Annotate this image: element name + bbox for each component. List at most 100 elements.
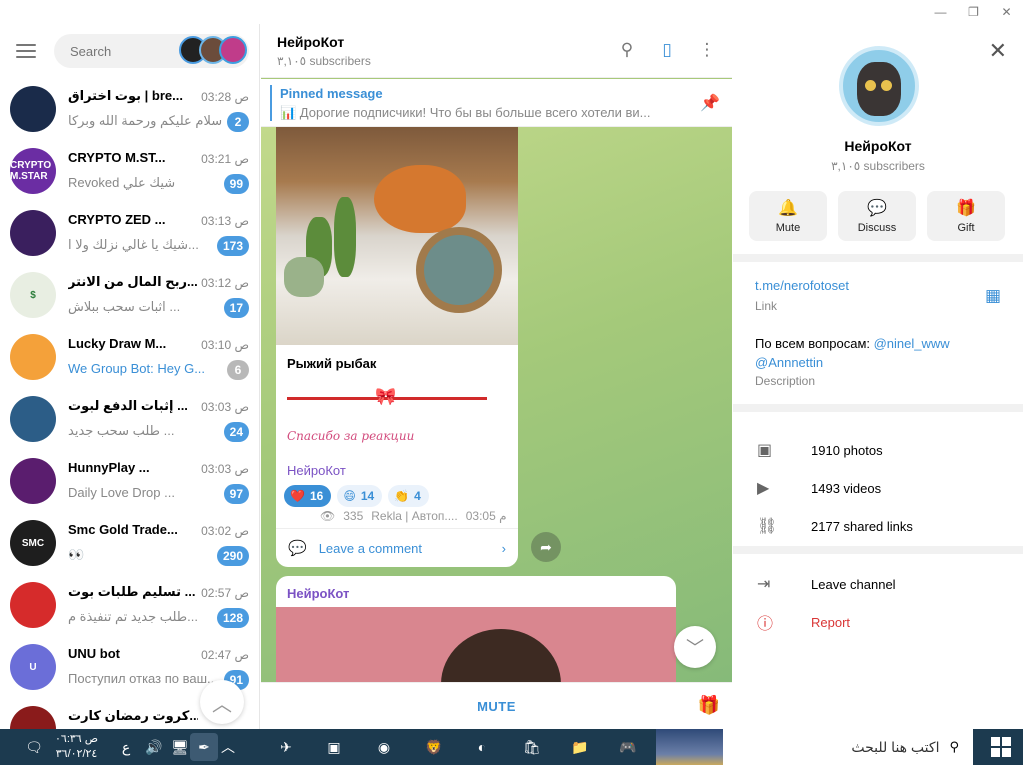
post-signature: Rekla | Автоп.... (371, 509, 458, 523)
chat-list-item[interactable]: CRYPTO M.STAR CRYPTO M.ST... ص 03:21 Revoke… (0, 140, 259, 202)
chat-name: Smc Gold Trade... (68, 522, 178, 537)
notification-icon[interactable]: 🗨 (20, 733, 48, 761)
channel-post-2: НейроКот (276, 576, 676, 686)
link-icon: ⛓ (757, 518, 778, 535)
pinned-list-icon[interactable]: 📌 (700, 93, 720, 113)
qr-code-icon[interactable]: ▦ (985, 286, 1001, 306)
video-icon: ▶ (757, 480, 770, 497)
chat-list-item[interactable]: HunnyPlay ... ص 03:03 Daily Love Drop ... 9… (0, 450, 259, 512)
leave-channel-button[interactable]: ⇥ Leave channel (733, 565, 1023, 603)
chat-name: HunnyPlay ... (68, 460, 150, 475)
action-label: Discuss (857, 222, 897, 234)
unread-badge: 99 (223, 174, 249, 194)
gift-button[interactable]: 🎁 Gift (927, 191, 1005, 241)
store-icon[interactable]: 🛍 (518, 733, 546, 761)
close-window-icon[interactable]: ✕ (990, 0, 1023, 24)
chat-name: CRYPTO ZED ... (68, 212, 166, 227)
share-button[interactable]: ➦ (531, 532, 561, 562)
game-icon[interactable]: 🎮 (614, 733, 642, 761)
chat-name: UNU bot (68, 646, 120, 661)
mention-link[interactable]: @Annnettin (755, 355, 823, 370)
language-indicator[interactable]: ع (112, 733, 140, 761)
chrome-icon[interactable]: ◉ (370, 733, 398, 761)
profile-header: ✕ НейроКот ٣,١٠٥ subscribers 🔔 Mute 💬 Discu… (733, 24, 1023, 254)
profile-danger-actions: ⇥ Leave channel ⓘ Report (733, 554, 1023, 729)
show-hidden-icons[interactable]: ︿ (214, 733, 242, 761)
brave-icon[interactable]: 🦁 (420, 733, 448, 761)
chat-time: ص 03:12 (201, 276, 249, 290)
chat-time: ص 02:57 (201, 586, 249, 600)
discuss-button[interactable]: 💬 Discuss (838, 191, 916, 241)
unread-badge: 290 (216, 546, 249, 566)
chat-list-item[interactable]: Lucky Draw M... ص 03:10 We Group Bot: Hey … (0, 326, 259, 388)
file-explorer-icon[interactable]: 📁 (566, 733, 594, 761)
unread-badge: 97 (223, 484, 249, 504)
search-input[interactable] (70, 43, 180, 59)
reaction-chip[interactable]: ❤️ 16 (284, 485, 332, 507)
chat-name: بوت اختراق | bre... (68, 88, 183, 103)
post2-image[interactable] (276, 607, 676, 686)
chat-list-panel: بوت اختراق | bre... ص 03:28 سلام عليكم ورح… (0, 24, 260, 729)
post-author[interactable]: НейроКот (287, 463, 346, 478)
story-avatars[interactable] (179, 36, 247, 64)
gift-icon[interactable]: 🎁 (698, 695, 720, 716)
telegram-taskbar-icon[interactable]: ✈ (272, 733, 300, 761)
shared-media-row[interactable]: ▶ 1493 videos (733, 469, 1023, 507)
report-button[interactable]: ⓘ Report (733, 603, 1023, 641)
channel-header[interactable]: НейроКот ٣,١٠٥ subscribers ⚲ ▯ ⋮ (261, 24, 732, 78)
channel-avatar[interactable] (839, 46, 919, 126)
shared-media-row[interactable]: ▣ 1910 photos (733, 431, 1023, 469)
action-label: Gift (957, 222, 975, 234)
mute-button[interactable]: 🔔 Mute (749, 191, 827, 241)
post-title: Рыжий рыбак (287, 356, 377, 371)
pinned-message-bar[interactable]: Pinned message 📊 Дорогие подписчики! Что… (261, 79, 732, 127)
edge-icon[interactable]: ◐ (468, 733, 496, 761)
windows-start-icon[interactable] (991, 737, 1011, 757)
volume-icon[interactable]: 🔊 (140, 733, 168, 761)
menu-icon[interactable] (16, 44, 36, 58)
leave-icon: ⇥ (757, 576, 771, 593)
scroll-up-button[interactable]: ︿ (200, 680, 244, 724)
chevron-right-icon: › (501, 540, 506, 556)
reaction-chip[interactable]: 😄 14 (337, 485, 383, 507)
search-icon[interactable]: ⚲ (616, 39, 638, 61)
chat-avatar (10, 396, 56, 442)
link-caption: Link (755, 299, 778, 313)
taskbar-clock[interactable]: ص ٠٦:٣٦ ٣٦/٠٢/٢٤ (55, 732, 98, 762)
chat-list-item[interactable]: تسليم طلبات بوت ... ص 02:57 طلب جديد تم تن… (0, 574, 259, 636)
restore-icon[interactable]: ❐ (957, 0, 990, 24)
leave-comment-button[interactable]: 💬 Leave a comment › (276, 528, 518, 567)
search-box[interactable] (54, 34, 249, 68)
chat-time: ص 02:47 (201, 648, 249, 662)
chat-preview: اثبات سحب ببلاش ... (68, 299, 181, 314)
chat-preview: Поступил отказ по ваш... (68, 671, 218, 686)
close-icon[interactable]: ✕ (989, 38, 1007, 64)
window-titlebar: — ❐ ✕ (0, 0, 1023, 24)
media-count-label: 1910 photos (811, 442, 883, 458)
sidebar-toggle-icon[interactable]: ▯ (656, 39, 678, 61)
chat-list-item[interactable]: $ ربح المال من الانتر... ص 03:12 اثبات سحب … (0, 264, 259, 326)
chat-list-item[interactable]: SMC Smc Gold Trade... ص 03:02 👀 290 (0, 512, 259, 574)
chat-list-item[interactable]: CRYPTO ZED ... ص 03:13 شيك يا غالي نزلك ول… (0, 202, 259, 264)
shared-media-row[interactable]: ⛓ 2177 shared links (733, 507, 1023, 545)
post-image[interactable] (276, 127, 518, 345)
channel-link[interactable]: t.me/nerofotoset (755, 278, 849, 293)
more-options-icon[interactable]: ⋮ (696, 39, 718, 61)
app-icon[interactable]: ▣ (320, 733, 348, 761)
scroll-down-button[interactable]: ﹀ (674, 626, 716, 668)
channel-title[interactable]: НейроКот (277, 34, 344, 50)
channel-subscribers: ٣,١٠٥ subscribers (277, 54, 371, 68)
chat-time: ص 03:02 (201, 524, 249, 538)
chat-list-item[interactable]: إثبات الدفع لبوت ... ص 03:03 طلب سحب جديد … (0, 388, 259, 450)
post2-author[interactable]: НейроКот (287, 586, 349, 601)
chat-time: ص 03:21 (201, 152, 249, 166)
taskbar-search[interactable]: اكتب هنا للبحث ⚲ (723, 729, 973, 765)
chat-list-item[interactable]: بوت اختراق | bre... ص 03:28 سلام عليكم ورح… (0, 78, 259, 140)
cat-figure (374, 165, 466, 233)
mention-link[interactable]: @ninel_www (874, 336, 950, 351)
reaction-chip[interactable]: 👏 4 (388, 485, 429, 507)
windows-taskbar: 🗨 ص ٠٦:٣٦ ٣٦/٠٢/٢٤ ع 🔊 🖥 ✒ ︿ ✈ ▣ ◉ 🦁 ◐ 🛍… (0, 729, 1023, 765)
mute-button[interactable]: MUTE (261, 683, 732, 729)
chat-preview: Revoked شيك علي (68, 175, 176, 190)
minimize-icon[interactable]: — (924, 0, 957, 24)
